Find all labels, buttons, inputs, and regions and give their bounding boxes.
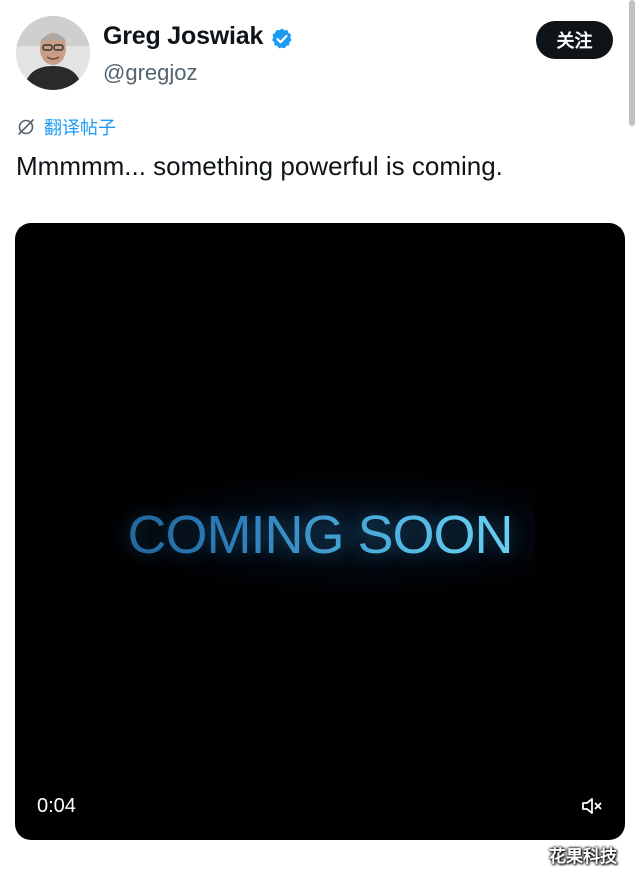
scrollbar[interactable]: [629, 0, 635, 126]
avatar[interactable]: [16, 16, 90, 90]
video-player[interactable]: COMING SOON 0:04: [15, 223, 625, 840]
watermark: 花果科技: [549, 847, 617, 867]
translate-icon: [18, 119, 34, 135]
author-handle[interactable]: @gregjoz: [103, 60, 198, 86]
author-name[interactable]: Greg Joswiak: [103, 22, 263, 51]
translate-post-label: 翻译帖子: [44, 118, 116, 139]
video-timestamp: 0:04: [37, 795, 76, 817]
video-overlay-text: COMING SOON: [15, 504, 625, 566]
mute-icon[interactable]: [580, 794, 604, 818]
translate-post-link[interactable]: 翻译帖子: [16, 114, 116, 140]
verified-badge-icon: [272, 28, 292, 49]
profile-photo-icon: [16, 16, 90, 90]
post-text: Mmmmm... something powerful is coming.: [16, 151, 503, 181]
follow-button[interactable]: 关注: [536, 21, 613, 59]
